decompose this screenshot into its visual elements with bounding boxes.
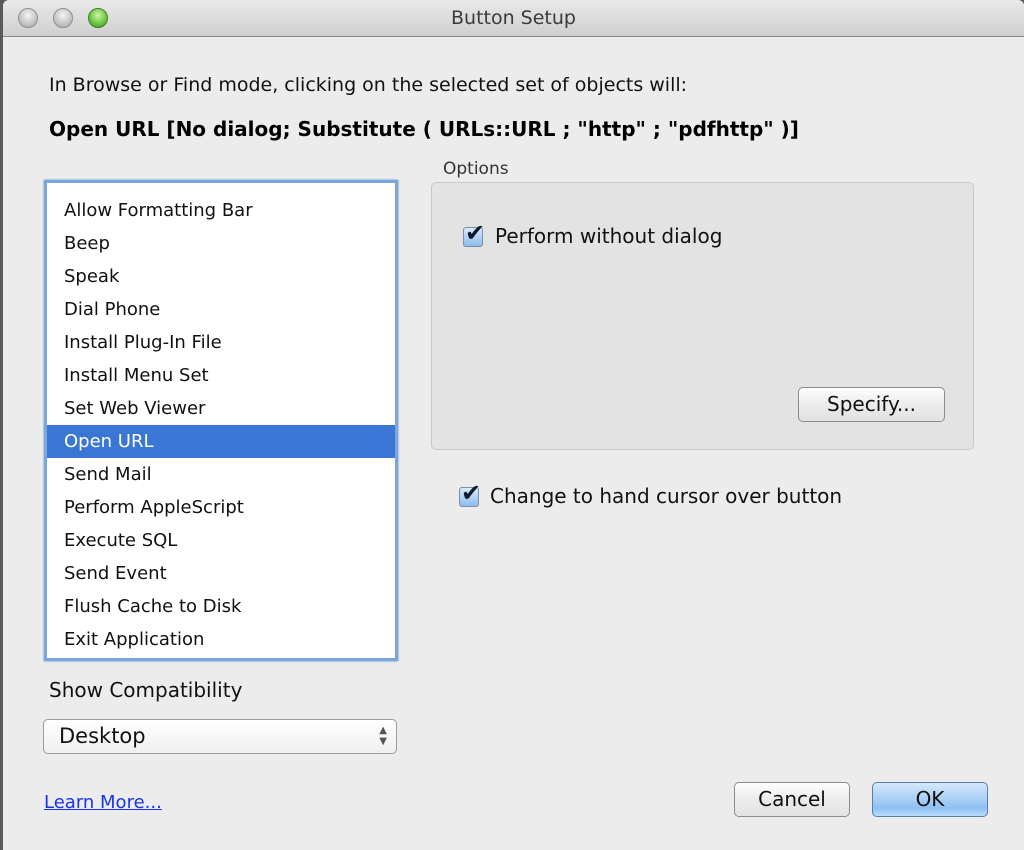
title-bar[interactable]: Button Setup [3,0,1024,37]
ok-button[interactable]: OK [872,782,988,817]
list-item[interactable]: Flush Cache to Disk [47,590,395,623]
list-item[interactable]: Send Mail [47,458,395,491]
compatibility-select-value: Desktop [59,724,146,748]
window-title: Button Setup [451,7,576,29]
checkmark-icon: ✔ [465,219,486,247]
intro-text: In Browse or Find mode, clicking on the … [49,74,688,96]
learn-more-link[interactable]: Learn More... [44,792,162,813]
script-step-summary: Open URL [No dialog; Substitute ( URLs::… [49,117,799,141]
list-item[interactable]: Execute SQL [47,524,395,557]
action-list[interactable]: Allow Formatting Bar Beep Speak Dial Pho… [44,180,398,661]
options-group-label: Options [443,159,509,179]
list-item[interactable]: Exit Application [47,623,395,656]
perform-without-dialog-checkbox[interactable]: ✔ [463,219,485,247]
button-setup-dialog: Button Setup In Browse or Find mode, cli… [3,0,1024,850]
specify-button[interactable]: Specify... [798,387,945,422]
options-group: ✔ Perform without dialog Specify... [431,182,974,450]
list-item[interactable]: Perform AppleScript [47,491,395,524]
list-item[interactable]: Beep [47,227,395,260]
compatibility-select[interactable]: Desktop ▲ ▼ [43,719,397,754]
checkmark-icon: ✔ [461,479,482,507]
updown-arrows-icon: ▲ ▼ [379,725,387,747]
perform-without-dialog-label[interactable]: Perform without dialog [495,224,722,248]
list-item[interactable]: Dial Phone [47,293,395,326]
show-compatibility-label: Show Compatibility [49,678,243,702]
list-item[interactable]: Speak [47,260,395,293]
list-item[interactable]: Install Menu Set [47,359,395,392]
hand-cursor-label[interactable]: Change to hand cursor over button [490,484,842,508]
hand-cursor-checkbox[interactable]: ✔ [459,479,481,507]
cancel-button[interactable]: Cancel [734,782,850,817]
list-item[interactable]: Send Event [47,557,395,590]
list-item-selected[interactable]: Open URL [47,425,395,458]
list-item[interactable]: Install Plug-In File [47,326,395,359]
list-item[interactable]: Set Web Viewer [47,392,395,425]
list-item[interactable]: Allow Formatting Bar [47,194,395,227]
